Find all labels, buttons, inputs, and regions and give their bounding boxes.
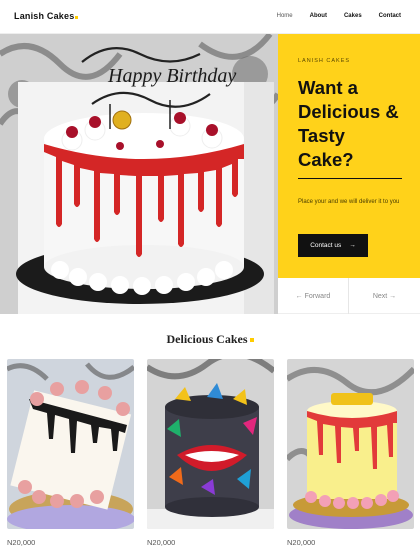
yellow-drip-cake-image: [287, 359, 414, 529]
top-nav: Lanish Cakes Home About Cakes Contact: [0, 0, 420, 34]
hero-cake-image: Happy Birthday: [0, 34, 278, 314]
brand-dot: [75, 16, 79, 19]
nav-link-home[interactable]: Home: [277, 13, 293, 19]
nav-link-cakes[interactable]: Cakes: [344, 13, 362, 19]
brand-name[interactable]: Lanish Cakes: [14, 11, 74, 21]
product-card-2[interactable]: [147, 359, 274, 529]
brand-logo[interactable]: Lanish Cakes: [14, 11, 79, 21]
forward-button[interactable]: ← Forward: [278, 278, 349, 314]
hero-headline: Want a Delicious & Tasty Cake?: [298, 77, 399, 170]
nav-link-contact[interactable]: Contact: [379, 13, 401, 19]
product-card-3[interactable]: [287, 359, 414, 529]
nav-links: Home About Cakes Contact: [260, 13, 401, 19]
nav-link-about[interactable]: About: [310, 13, 327, 19]
arrow-right-icon: →: [349, 242, 356, 249]
product-price-3: N20,000: [287, 538, 316, 547]
hero-pager: ← Forward Next →: [278, 278, 420, 314]
hero-eyebrow: LANISH CAKES: [298, 58, 351, 64]
arrow-left-icon: ←: [295, 292, 305, 300]
drip-cake-image: [7, 359, 134, 529]
butterfly-lips-cake-image: [147, 359, 274, 529]
hero-description: Place your and we will deliver it to you: [298, 199, 400, 205]
next-label: Next: [372, 292, 388, 300]
section-title-dot: [249, 338, 254, 343]
contact-us-button[interactable]: Contact us →: [298, 234, 368, 257]
cake-topper-text: Happy Birthday: [107, 65, 236, 87]
product-price-1: N20,000: [7, 538, 36, 547]
hero-panel: LANISH CAKES Want a Delicious & Tasty Ca…: [278, 34, 420, 278]
forward-label: Forward: [304, 292, 331, 300]
next-button[interactable]: Next →: [349, 278, 420, 314]
section-title: Delicious Cakes: [0, 332, 420, 347]
contact-us-label: Contact us: [310, 242, 342, 249]
product-card-1[interactable]: [7, 359, 134, 529]
product-price-2: N20,000: [147, 538, 176, 547]
arrow-right-small-icon: →: [387, 292, 397, 300]
birthday-cake-illustration: Happy Birthday: [0, 34, 278, 314]
hero-section: Happy Birthday LANISH CAKES Want a Delic…: [0, 34, 420, 314]
section-title-text: Delicious Cakes: [166, 332, 248, 346]
headline-rule: [298, 178, 402, 179]
